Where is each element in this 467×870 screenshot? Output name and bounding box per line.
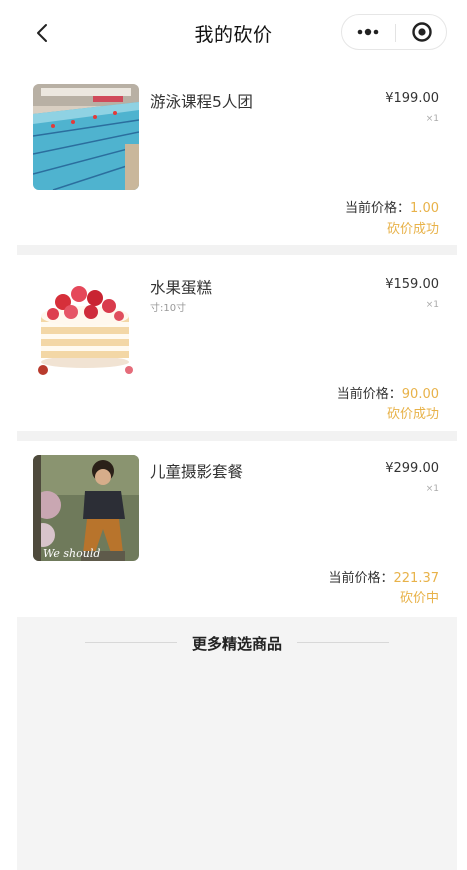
divider	[17, 245, 457, 255]
product-spec: 寸:10寸	[150, 303, 187, 314]
current-price-value: 90.00	[401, 387, 439, 402]
product-quantity: ×1	[425, 484, 439, 494]
photo-icon: We should	[33, 455, 139, 561]
cake-icon	[33, 270, 139, 376]
product-price: ¥159.00	[385, 277, 439, 292]
product-quantity: ×1	[425, 114, 439, 124]
product-name: 儿童摄影套餐	[150, 463, 244, 481]
more-products-section: 更多精选商品	[17, 617, 457, 870]
mini-program-capsule	[341, 14, 447, 50]
bargain-status: 砍价成功	[386, 407, 439, 422]
current-price-value: 1.00	[410, 201, 439, 216]
bargain-status: 砍价成功	[386, 222, 439, 237]
current-price: 当前价格：90.00	[337, 383, 439, 402]
product-quantity: ×1	[425, 300, 439, 310]
pool-icon	[33, 84, 139, 190]
product-price: ¥199.00	[385, 91, 439, 106]
current-price-value: 221.37	[393, 571, 440, 586]
bargain-list: 游泳课程5人团 ¥199.00 ×1 当前价格：1.00 砍价成功 水果蛋糕 寸…	[17, 66, 457, 870]
bargain-card[interactable]: 游泳课程5人团 ¥199.00 ×1 当前价格：1.00 砍价成功	[17, 66, 457, 245]
divider-right	[297, 642, 389, 643]
nav-bar: 我的砍价	[0, 0, 467, 66]
product-name: 游泳课程5人团	[150, 93, 253, 111]
bargain-status: 砍价中	[399, 591, 439, 606]
svg-text:We should: We should	[43, 547, 100, 560]
current-price: 当前价格：1.00	[345, 197, 439, 216]
current-price: 当前价格：221.37	[328, 567, 439, 586]
product-name: 水果蛋糕	[150, 279, 213, 297]
product-price: ¥299.00	[385, 461, 439, 476]
section-title: 更多精选商品	[191, 635, 282, 653]
bargain-card[interactable]: We should 儿童摄影套餐 ¥299.00 ×1 当前价格：221.37 …	[17, 441, 457, 617]
current-price-label: 当前价格：	[336, 387, 402, 402]
bargain-card[interactable]: 水果蛋糕 寸:10寸 ¥159.00 ×1 当前价格：90.00 砍价成功	[17, 255, 457, 431]
current-price-label: 当前价格：	[328, 571, 394, 586]
current-price-label: 当前价格：	[345, 201, 411, 216]
divider	[17, 431, 457, 441]
close-target-icon[interactable]	[396, 15, 447, 49]
more-dots-icon[interactable]	[342, 15, 394, 49]
